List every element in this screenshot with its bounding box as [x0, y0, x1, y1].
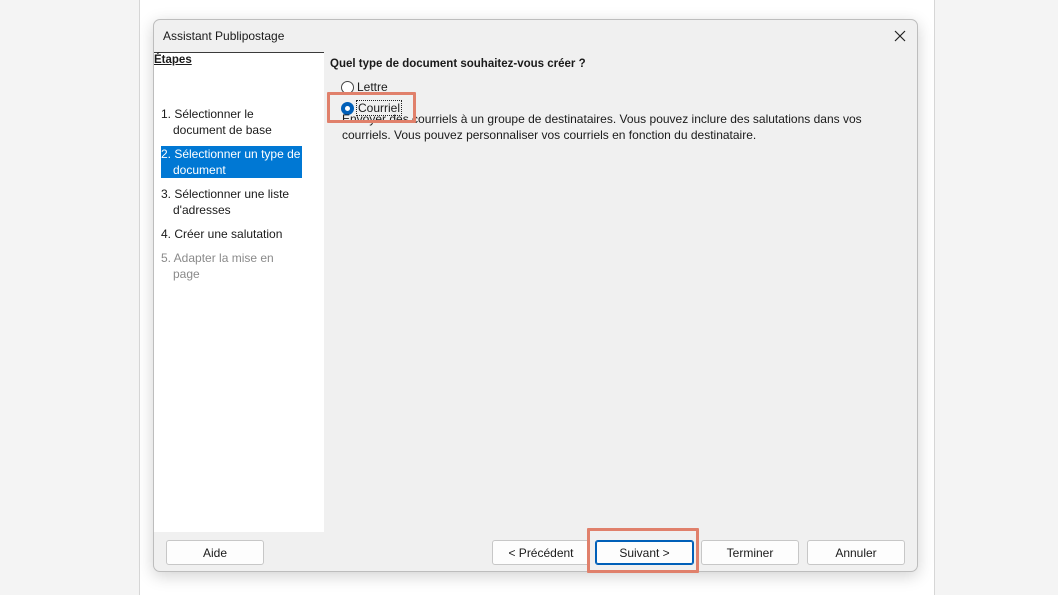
email-description: Envoyer des courriels à un groupe de des… [342, 112, 862, 142]
dialog-titlebar: Assistant Publipostage [154, 20, 917, 52]
wizard-content: Quel type de document souhaitez-vous cré… [324, 52, 917, 532]
step-select-address-list[interactable]: 3. Sélectionner une liste d'adresses [161, 186, 302, 218]
finish-button[interactable]: Terminer [701, 540, 799, 565]
radio-button-unchecked[interactable] [341, 80, 354, 94]
previous-button[interactable]: < Précédent [492, 540, 590, 565]
step-select-base-document[interactable]: 1. Sélectionner le document de base [161, 106, 302, 138]
step-adjust-layout: 5. Adapter la mise en page [161, 251, 274, 281]
step-select-document-type[interactable]: 2. Sélectionner un type de document [161, 146, 302, 178]
mail-merge-wizard-dialog: Assistant Publipostage Étapes 1. Sélecti… [153, 19, 918, 572]
radio-letter[interactable]: Lettre [341, 80, 388, 94]
next-button[interactable]: Suivant > [595, 540, 694, 565]
radio-letter-label: Lettre [357, 80, 388, 94]
step-create-salutation[interactable]: 4. Créer une salutation [161, 226, 302, 242]
steps-panel: Étapes 1. Sélectionner le document de ba… [154, 52, 324, 532]
document-type-question: Quel type de document souhaitez-vous cré… [330, 58, 586, 70]
steps-heading: Étapes [154, 52, 324, 66]
close-button[interactable] [887, 23, 913, 49]
help-button[interactable]: Aide [166, 540, 264, 565]
dialog-title: Assistant Publipostage [163, 29, 285, 43]
close-icon [894, 30, 906, 42]
cancel-button[interactable]: Annuler [807, 540, 905, 565]
